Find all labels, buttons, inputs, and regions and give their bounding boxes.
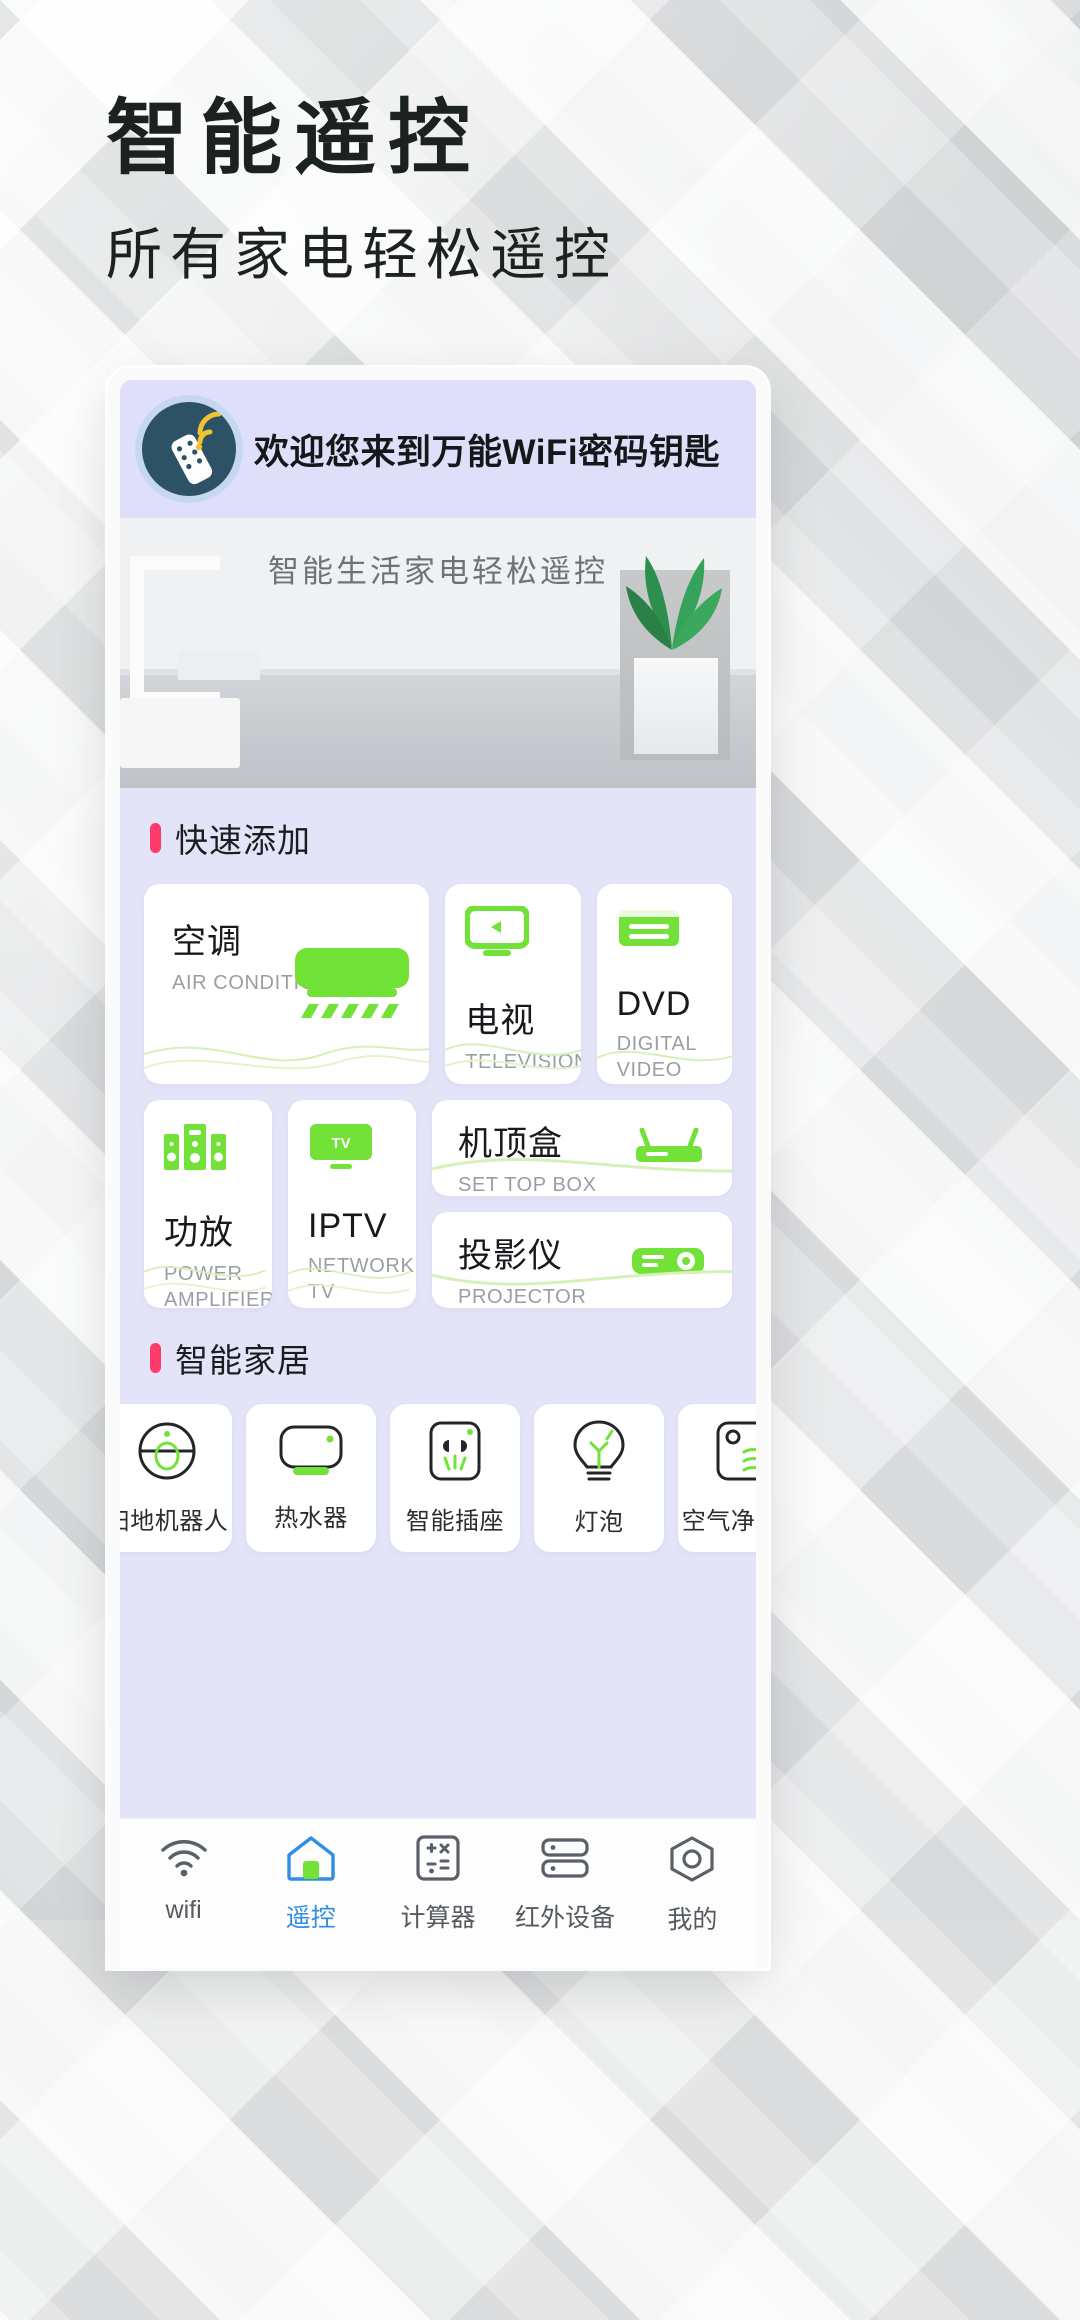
card-wave-decor [144, 1266, 266, 1292]
welcome-title: 欢迎您来到万能WiFi密码钥匙 [254, 432, 721, 472]
svg-text:TV: TV [331, 1135, 350, 1152]
tab-label: 计算器 [400, 1904, 476, 1932]
tab-label: wifi [165, 1896, 202, 1924]
profile-icon [667, 1835, 717, 1888]
water-heater-icon [278, 1423, 344, 1484]
card-wave-decor [596, 1050, 732, 1062]
bottom-tab-bar: wifi 遥控 计算器 红外设备 我的 [120, 1818, 756, 1968]
hero-ledge-decor [178, 650, 260, 680]
device-name-cn: DVD [616, 985, 692, 1023]
home-icon [285, 1835, 337, 1886]
smart-home-card-robot-vacuum[interactable]: 扫地机器人 [120, 1404, 232, 1552]
tab-label: 我的 [667, 1906, 718, 1934]
tab-calculator[interactable]: 计算器 [378, 1835, 498, 1934]
air-conditioner-icon [293, 946, 411, 1025]
content-area: 快速添加 空调 AIR CONDITIONER 电视 TELEVISION DV… [120, 788, 756, 1818]
smart-socket-icon [427, 1420, 483, 1487]
card-wave-decor [432, 1270, 732, 1286]
smart-home-label: 热水器 [274, 1505, 348, 1532]
quick-add-section-header: 快速添加 [120, 788, 756, 884]
ir-device-icon [539, 1835, 591, 1886]
promo-subtitle: 所有家电轻松遥控 [106, 223, 618, 287]
smart-home-scroller[interactable]: 扫地机器人 热水器 [120, 1404, 756, 1552]
promo-title: 智能遥控 [106, 93, 483, 184]
smart-home-label: 空气净化器 [681, 1508, 756, 1535]
smart-home-label: 智能插座 [406, 1508, 504, 1535]
quick-add-stack: 机顶盒 SET TOP BOX 投影仪 PROJECTOR [432, 1100, 732, 1308]
light-bulb-icon [570, 1419, 628, 1488]
welcome-banner: 欢迎您来到万能WiFi密码钥匙 [120, 380, 756, 518]
smart-home-card-air-purifier[interactable]: 空气净化器 [678, 1404, 756, 1552]
tab-profile[interactable]: 我的 [632, 1835, 752, 1936]
hero-text: 智能生活家电轻松遥控 [268, 554, 608, 589]
device-name-cn: 功放 [164, 1214, 234, 1252]
quick-add-title: 快速添加 [175, 822, 311, 859]
smart-home-section-header: 智能家居 [120, 1308, 756, 1404]
card-wave-decor [288, 1268, 410, 1294]
wifi-icon [157, 1835, 211, 1884]
app-screen: 欢迎您来到万能WiFi密码钥匙 智能生活家电轻松遥控 快速添加 空调 AIR C… [120, 380, 756, 1968]
smart-home-label: 灯泡 [574, 1509, 624, 1536]
quick-add-row-1: 空调 AIR CONDITIONER 电视 TELEVISION DVD DIG… [144, 884, 732, 1084]
device-card-air-conditioner[interactable]: 空调 AIR CONDITIONER [144, 884, 430, 1084]
air-purifier-icon [714, 1420, 756, 1487]
quick-add-grid: 空调 AIR CONDITIONER 电视 TELEVISION DVD DIG… [120, 884, 756, 1308]
device-card-projector[interactable]: 投影仪 PROJECTOR [432, 1212, 732, 1308]
quick-add-row-2: 功放 POWER AMPLIFIER TV IPTV NETWORK TV 机顶… [144, 1100, 732, 1308]
hero-plant-pot [634, 658, 718, 754]
promo-heading: 智能遥控 所有家电轻松遥控 [106, 93, 618, 291]
device-card-dvd[interactable]: DVD DIGITAL VIDEO DISC [596, 884, 732, 1084]
card-wave-decor [144, 1045, 430, 1070]
iptv-icon: TV [308, 1122, 416, 1177]
device-card-power-amplifier[interactable]: 功放 POWER AMPLIFIER [144, 1100, 272, 1308]
device-card-iptv[interactable]: TV IPTV NETWORK TV [288, 1100, 416, 1308]
calculator-icon [416, 1835, 460, 1886]
tab-wifi[interactable]: wifi [124, 1835, 244, 1925]
device-card-television[interactable]: 电视 TELEVISION [445, 884, 581, 1084]
card-wave-decor [445, 1043, 581, 1070]
phone-mockup: 欢迎您来到万能WiFi密码钥匙 智能生活家电轻松遥控 快速添加 空调 AIR C… [108, 368, 768, 1968]
card-wave-decor [432, 1158, 732, 1173]
tab-label: 遥控 [285, 1904, 336, 1932]
tab-remote[interactable]: 遥控 [251, 1835, 371, 1934]
smart-home-label: 扫地机器人 [120, 1508, 229, 1535]
smart-home-card-light-bulb[interactable]: 灯泡 [534, 1404, 664, 1552]
smart-home-card-smart-socket[interactable]: 智能插座 [390, 1404, 520, 1552]
robot-vacuum-icon [136, 1420, 198, 1487]
dvd-player-icon [616, 906, 732, 955]
hero-cabinet-decor [120, 698, 240, 768]
remote-control-wifi-icon [142, 402, 236, 496]
section-accent-bar [150, 823, 161, 853]
smart-home-title: 智能家居 [175, 1342, 311, 1379]
device-card-set-top-box[interactable]: 机顶盒 SET TOP BOX [432, 1100, 732, 1196]
section-accent-bar [150, 1343, 161, 1373]
smart-home-card-water-heater[interactable]: 热水器 [246, 1404, 376, 1552]
speaker-amplifier-icon [164, 1122, 272, 1175]
tab-ir-device[interactable]: 红外设备 [505, 1835, 625, 1934]
television-icon [464, 905, 580, 963]
device-name-cn: IPTV [308, 1207, 388, 1245]
hero-banner[interactable]: 智能生活家电轻松遥控 [120, 518, 756, 788]
tab-label: 红外设备 [515, 1904, 616, 1932]
